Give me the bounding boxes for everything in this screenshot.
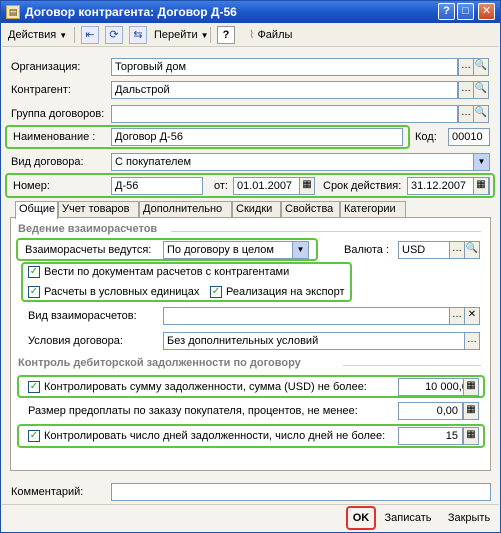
- close-icon: ✕: [481, 5, 492, 17]
- help-title-button[interactable]: ?: [438, 3, 455, 20]
- tab-categories[interactable]: Категории: [340, 201, 406, 218]
- files-button[interactable]: ⌇ Файлы: [246, 26, 295, 44]
- toolbar: Действия ▼ ⇤ ⟳ ⇆ Перейти ▼ ? ⌇ Файлы: [2, 23, 499, 47]
- close-button[interactable]: Закрыть: [442, 509, 496, 529]
- contract-type-label: Вид договора:: [11, 156, 84, 168]
- section-divider: [171, 231, 481, 232]
- prepay-label: Размер предоплаты по заказу покупателя, …: [28, 405, 358, 417]
- contractor-search-icon[interactable]: 🔍: [473, 81, 489, 99]
- section-debt-title: Контроль дебиторской задолженности по до…: [18, 357, 301, 369]
- contractor-select-button[interactable]: …: [458, 81, 474, 99]
- cb-docs-checkbox[interactable]: ✓: [28, 266, 40, 278]
- conditions-select-button[interactable]: …: [464, 332, 480, 350]
- settlement-type-select-button[interactable]: …: [449, 307, 465, 325]
- contractor-label: Контрагент:: [11, 84, 71, 96]
- move-icon[interactable]: ⇆: [129, 26, 147, 44]
- footer-divider: [2, 504, 499, 505]
- org-select-button[interactable]: …: [458, 58, 474, 76]
- goto-label: Перейти: [154, 29, 198, 41]
- org-field[interactable]: Торговый дом: [111, 58, 458, 76]
- conditions-field[interactable]: Без дополнительных условий: [163, 332, 479, 350]
- document-icon: ▤: [6, 5, 20, 19]
- calculator-icon[interactable]: ▦: [463, 402, 479, 420]
- maximize-icon: □: [462, 5, 469, 17]
- group-field[interactable]: [111, 105, 458, 123]
- back-arrow-icon[interactable]: ⇤: [81, 26, 99, 44]
- help-button[interactable]: ?: [217, 26, 235, 44]
- goto-menu-button[interactable]: Перейти ▼: [151, 26, 212, 44]
- calculator-icon[interactable]: ▦: [463, 378, 479, 396]
- cb-export-checkbox[interactable]: ✓: [210, 286, 222, 298]
- cb-days-checkbox[interactable]: ✓: [28, 430, 40, 442]
- org-label: Организация:: [11, 61, 81, 73]
- currency-select-button[interactable]: …: [449, 241, 465, 259]
- number-label: Номер:: [13, 180, 50, 192]
- comment-label: Комментарий:: [11, 486, 84, 498]
- cb-export-label: Реализация на экспорт: [226, 286, 345, 298]
- section-settlements-title: Ведение взаиморасчетов: [18, 223, 158, 235]
- prepay-field[interactable]: 0,00: [398, 402, 463, 420]
- group-search-icon[interactable]: 🔍: [473, 105, 489, 123]
- files-label: Файлы: [257, 29, 293, 41]
- cb-units-label: Расчеты в условных единицах: [44, 286, 200, 298]
- org-search-icon[interactable]: 🔍: [473, 58, 489, 76]
- calculator-icon[interactable]: ▦: [463, 427, 479, 445]
- tab-properties[interactable]: Свойства: [281, 201, 340, 218]
- tab-goods-accounting[interactable]: Учет товаров: [58, 201, 139, 218]
- chevron-down-icon[interactable]: ▼: [473, 154, 489, 170]
- calendar-icon[interactable]: ▦: [473, 177, 489, 195]
- settlement-type-field[interactable]: [163, 307, 459, 325]
- ok-button[interactable]: OK: [350, 509, 372, 529]
- question-icon: ?: [443, 5, 450, 17]
- window-title: Договор контрагента: Договор Д-56: [25, 5, 237, 19]
- toolbar-divider: [210, 27, 211, 43]
- contractor-field[interactable]: Дальстрой: [111, 81, 458, 99]
- name-field[interactable]: Договор Д-56: [111, 128, 403, 146]
- contract-type-select[interactable]: С покупателем: [111, 153, 490, 171]
- refresh-icon[interactable]: ⟳: [105, 26, 123, 44]
- cb-days-label: Контролировать число дней задолженности,…: [44, 430, 386, 442]
- actions-menu-button[interactable]: Действия ▼: [5, 26, 70, 44]
- calendar-icon[interactable]: ▦: [299, 177, 315, 195]
- number-field[interactable]: Д-56: [111, 177, 203, 195]
- contract-window: ▤ Договор контрагента: Договор Д-56 ? □ …: [0, 0, 501, 533]
- tab-general[interactable]: Общие: [15, 201, 58, 219]
- actions-label: Действия: [8, 29, 57, 41]
- toolbar-divider: [74, 27, 75, 43]
- dropdown-arrow-icon: ▼: [200, 31, 209, 40]
- name-label: Наименование :: [13, 131, 96, 143]
- settlement-type-label: Вид взаиморасчетов:: [28, 310, 137, 322]
- dropdown-arrow-icon: ▼: [59, 31, 68, 40]
- title-bar: ▤ Договор контрагента: Договор Д-56 ? □ …: [1, 1, 500, 23]
- code-field[interactable]: 00010: [448, 128, 490, 146]
- validity-label: Срок действия:: [323, 180, 402, 192]
- cb-sum-label: Контролировать сумму задолженности, сумм…: [44, 381, 367, 393]
- cb-units-checkbox[interactable]: ✓: [28, 286, 40, 298]
- clear-x-icon[interactable]: ✕: [464, 307, 480, 325]
- conditions-label: Условия договора:: [28, 335, 123, 347]
- days-field[interactable]: 15: [398, 427, 463, 445]
- tab-discounts[interactable]: Скидки: [232, 201, 281, 218]
- help-question-icon: ?: [222, 29, 230, 41]
- currency-search-icon[interactable]: 🔍: [464, 241, 480, 259]
- group-select-button[interactable]: …: [458, 105, 474, 123]
- code-label: Код:: [415, 131, 437, 143]
- save-button[interactable]: Записать: [381, 509, 435, 529]
- cb-sum-checkbox[interactable]: ✓: [28, 381, 40, 393]
- comment-field[interactable]: [111, 483, 491, 501]
- close-window-button[interactable]: ✕: [478, 3, 495, 20]
- settlements-select[interactable]: По договору в целом: [163, 241, 309, 259]
- group-label: Группа договоров:: [11, 108, 105, 120]
- cb-docs-label: Вести по документам расчетов с контраген…: [44, 266, 290, 278]
- tab-additional[interactable]: Дополнительно: [139, 201, 232, 218]
- currency-label: Валюта :: [344, 244, 390, 256]
- maximize-button[interactable]: □: [457, 3, 474, 20]
- date-from-label: от:: [214, 180, 228, 192]
- settlements-label: Взаиморасчеты ведутся:: [25, 244, 152, 256]
- section-divider: [343, 365, 481, 366]
- chevron-down-icon[interactable]: ▼: [292, 242, 308, 258]
